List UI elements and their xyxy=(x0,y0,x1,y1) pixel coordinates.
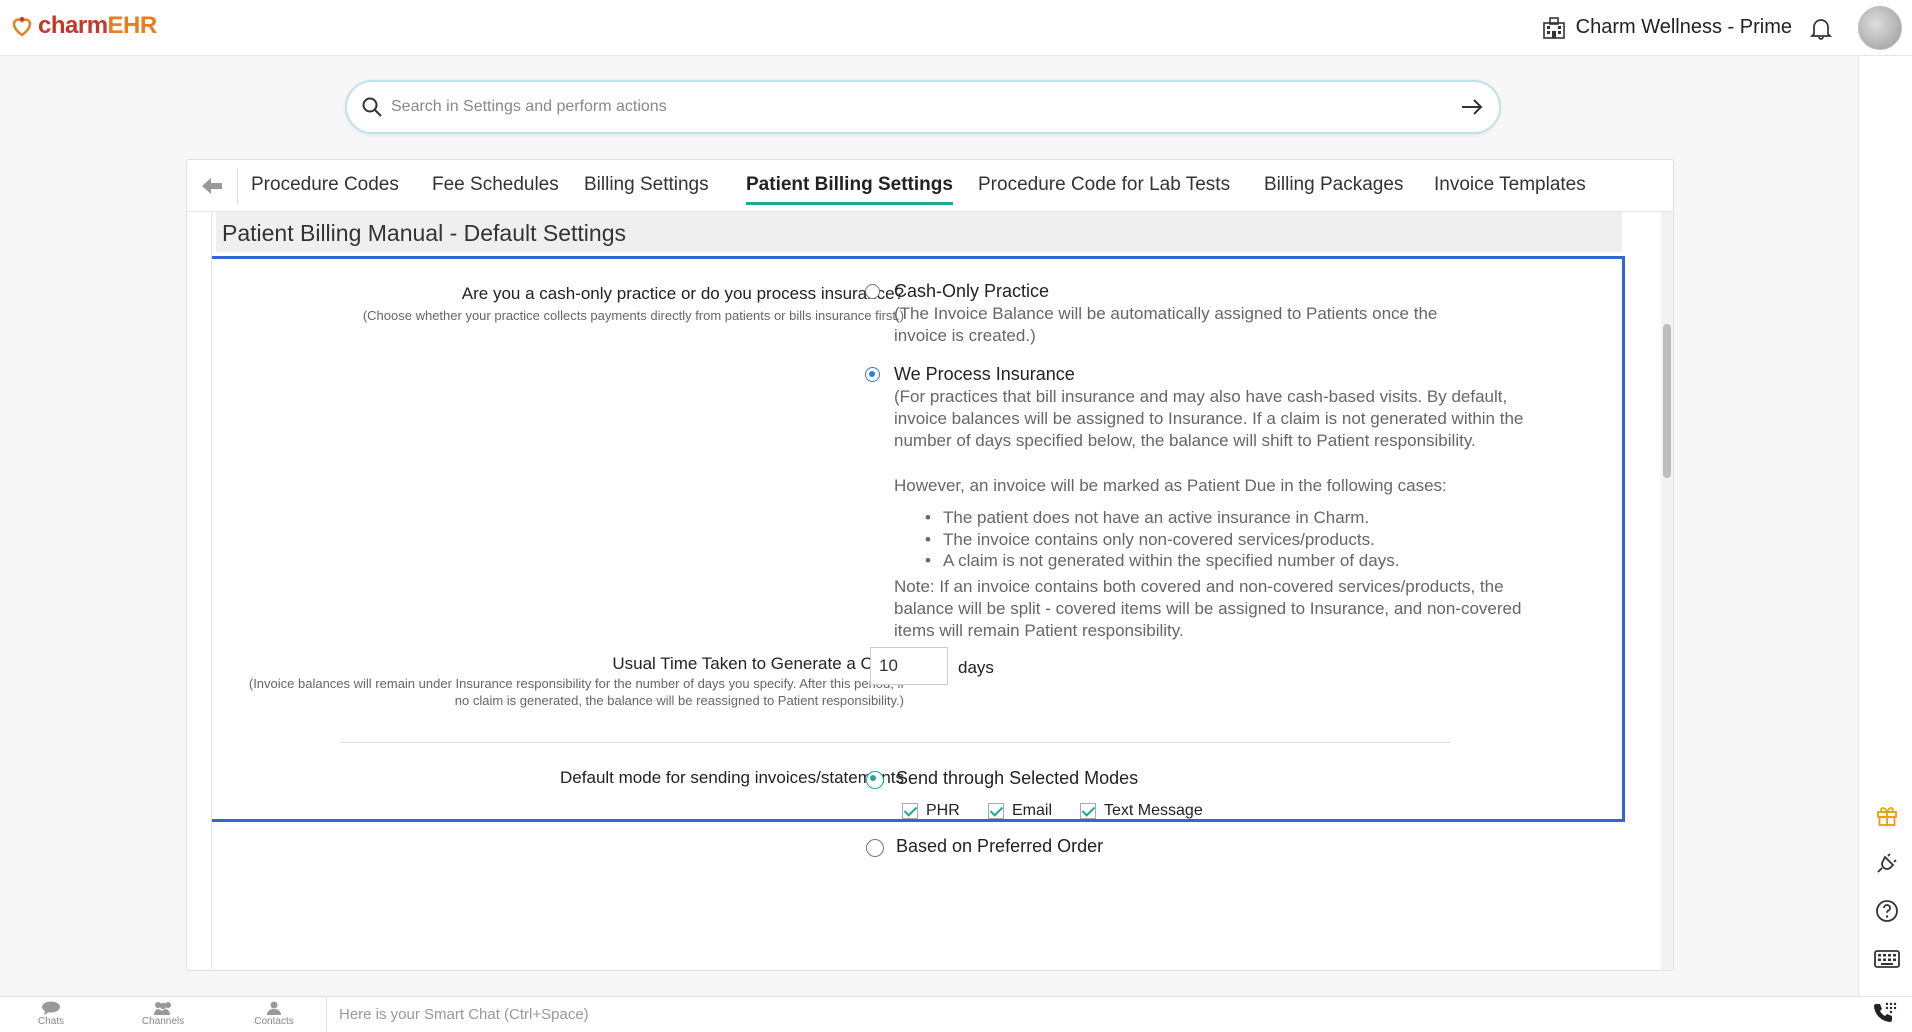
radio-selected-modes-label: Send through Selected Modes xyxy=(896,768,1139,788)
checkbox-email[interactable]: Email xyxy=(988,802,1052,820)
practice-selector[interactable]: Charm Wellness - Prime xyxy=(1542,16,1792,39)
radio-process-insurance[interactable]: We Process Insurance xyxy=(865,364,1075,385)
settings-panel: Procedure Codes Fee Schedules Billing Se… xyxy=(186,159,1674,971)
tab-separator xyxy=(237,168,238,204)
checkbox-phr-label: PHR xyxy=(926,802,960,819)
checkbox-text-message-control[interactable] xyxy=(1080,803,1096,819)
list-item: The patient does not have an active insu… xyxy=(925,507,1525,529)
gift-icon[interactable] xyxy=(1874,802,1900,828)
plug-icon[interactable] xyxy=(1874,850,1900,876)
phone-keypad-icon[interactable] xyxy=(1872,1001,1898,1032)
question-claim-time: Usual Time Taken to Generate a Claim xyxy=(612,654,904,673)
radio-preferred-order[interactable]: Based on Preferred Order xyxy=(866,836,1103,857)
arrow-right-icon[interactable] xyxy=(1459,95,1485,119)
tab-billing-settings[interactable]: Billing Settings xyxy=(584,174,709,202)
radio-process-insurance-label: We Process Insurance xyxy=(894,364,1075,384)
section-title: Patient Billing Manual - Default Setting… xyxy=(216,212,1622,252)
back-arrow-icon[interactable] xyxy=(201,176,223,196)
chats-button[interactable]: Chats xyxy=(21,1001,81,1027)
logo-text-charm: charm xyxy=(38,12,108,39)
question-practice-type-help: (Choose whether your practice collects p… xyxy=(362,308,904,323)
practice-name: Charm Wellness - Prime xyxy=(1575,16,1792,38)
checkbox-text-message-label: Text Message xyxy=(1104,802,1203,819)
checkbox-email-control[interactable] xyxy=(988,803,1004,819)
contacts-button[interactable]: Contacts xyxy=(244,1001,304,1027)
list-item: The invoice contains only non-covered se… xyxy=(925,529,1525,551)
right-toolbar xyxy=(1858,56,1912,996)
checkbox-phr[interactable]: PHR xyxy=(902,802,960,820)
checkbox-phr-control[interactable] xyxy=(902,803,918,819)
split-note: Note: If an invoice contains both covere… xyxy=(894,577,1522,640)
cash-only-description: (The Invoice Balance will be automatical… xyxy=(894,304,1438,345)
radio-preferred-order-control[interactable] xyxy=(866,839,884,857)
search-input[interactable] xyxy=(391,92,1431,122)
question-practice-type: Are you a cash-only practice or do you p… xyxy=(461,284,904,303)
scrollbar-thumb[interactable] xyxy=(1663,324,1671,478)
radio-cash-only[interactable]: Cash-Only Practice xyxy=(865,281,1049,302)
app-logo[interactable]: charm EHR xyxy=(10,12,157,40)
chats-label: Chats xyxy=(37,1016,65,1027)
radio-preferred-order-label: Based on Preferred Order xyxy=(896,836,1104,856)
tab-patient-billing-settings[interactable]: Patient Billing Settings xyxy=(746,174,953,205)
chat-bubble-icon xyxy=(42,1001,60,1015)
claim-days-unit: days xyxy=(958,658,994,677)
tab-procedure-codes[interactable]: Procedure Codes xyxy=(251,174,399,202)
checkbox-text-message[interactable]: Text Message xyxy=(1080,802,1203,820)
channels-button[interactable]: Channels xyxy=(133,1001,193,1027)
list-item: A claim is not generated within the spec… xyxy=(925,550,1525,572)
settings-content: Patient Billing Manual - Default Setting… xyxy=(211,212,1641,970)
main-area: Procedure Codes Fee Schedules Billing Se… xyxy=(0,56,1858,996)
top-bar: charm EHR Charm Wellness - Prime xyxy=(0,0,1912,56)
keyboard-icon[interactable] xyxy=(1874,946,1900,972)
bottom-bar: Chats Channels Contacts Here is your Sma… xyxy=(0,996,1912,1032)
patient-due-intro: However, an invoice will be marked as Pa… xyxy=(894,476,1447,495)
building-icon xyxy=(1542,16,1565,39)
channels-label: Channels xyxy=(141,1016,185,1027)
tab-fee-schedules[interactable]: Fee Schedules xyxy=(432,174,559,202)
tab-invoice-templates[interactable]: Invoice Templates xyxy=(1434,174,1586,202)
question-claim-time-help: (Invoice balances will remain under Insu… xyxy=(248,676,904,708)
tab-billing-packages[interactable]: Billing Packages xyxy=(1264,174,1403,202)
avatar[interactable] xyxy=(1858,6,1902,50)
radio-cash-only-control[interactable] xyxy=(865,284,880,299)
bell-icon[interactable] xyxy=(1809,16,1833,45)
question-send-mode: Default mode for sending invoices/statem… xyxy=(560,768,904,787)
claim-days-input[interactable] xyxy=(870,647,948,685)
settings-search xyxy=(345,80,1501,134)
tab-bar: Procedure Codes Fee Schedules Billing Se… xyxy=(187,160,1673,212)
person-icon xyxy=(267,1001,281,1015)
checkbox-email-label: Email xyxy=(1012,802,1053,819)
divider xyxy=(340,742,1450,743)
content-scrollbar[interactable] xyxy=(1661,212,1673,970)
smart-chat-input[interactable]: Here is your Smart Chat (Ctrl+Space) xyxy=(326,997,1856,1032)
patient-due-cases: The patient does not have an active insu… xyxy=(925,507,1525,572)
group-icon xyxy=(154,1002,171,1015)
contacts-label: Contacts xyxy=(254,1016,294,1027)
search-icon xyxy=(362,97,382,117)
process-insurance-description: (For practices that bill insurance and m… xyxy=(894,387,1524,450)
radio-cash-only-label: Cash-Only Practice xyxy=(894,281,1050,301)
radio-process-insurance-control[interactable] xyxy=(865,367,880,382)
help-icon[interactable] xyxy=(1874,898,1900,924)
heart-icon xyxy=(12,17,32,37)
radio-selected-modes-control[interactable] xyxy=(866,771,884,789)
radio-selected-modes[interactable]: Send through Selected Modes xyxy=(866,768,1138,789)
tab-procedure-code-lab-tests[interactable]: Procedure Code for Lab Tests xyxy=(978,174,1230,202)
logo-text-ehr: EHR xyxy=(107,12,158,39)
